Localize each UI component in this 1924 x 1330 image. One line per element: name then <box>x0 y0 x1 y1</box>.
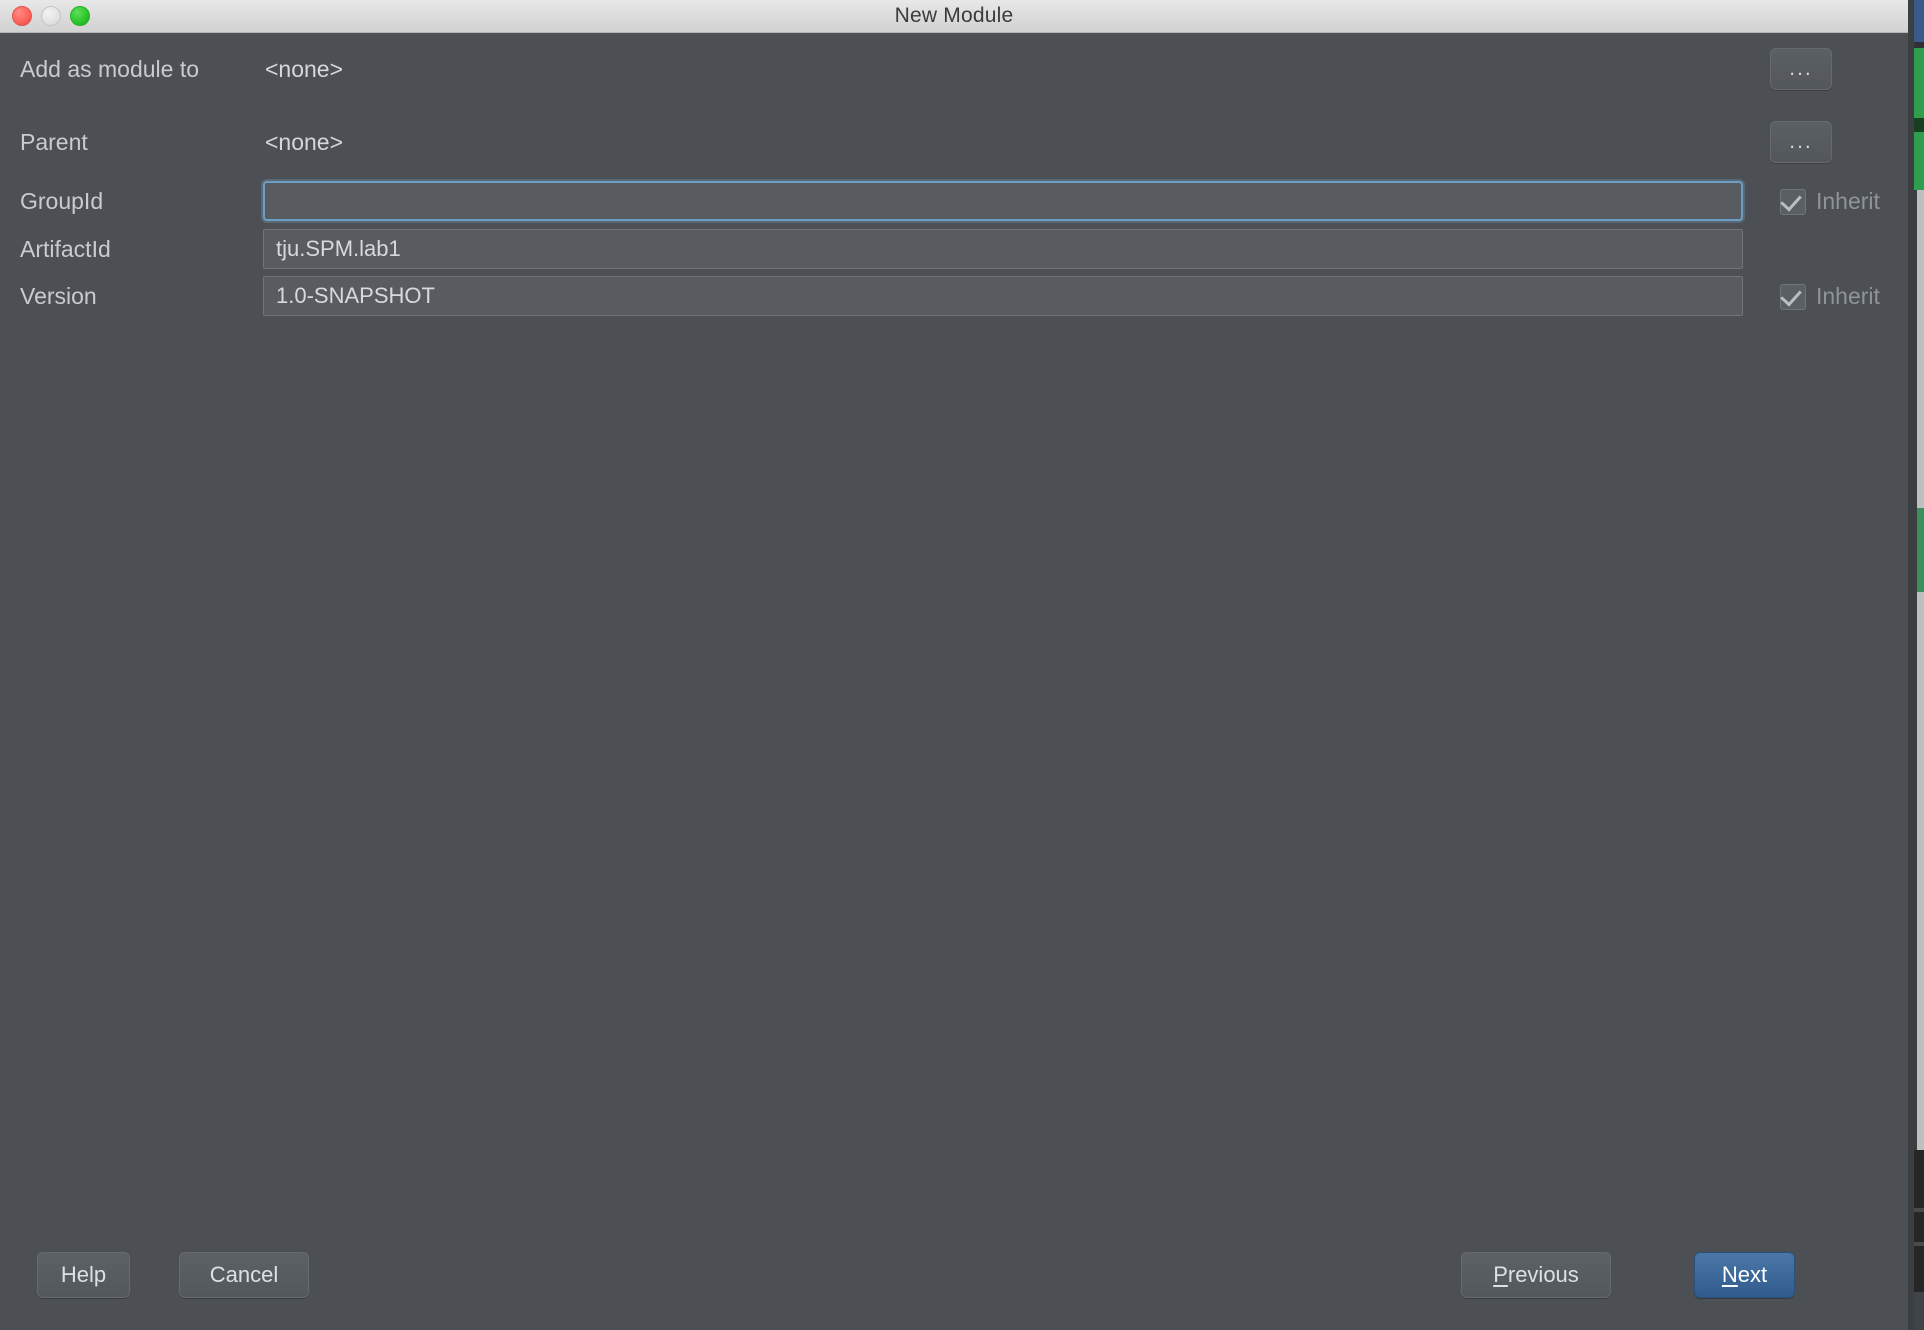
value-parent: <none> <box>265 129 344 155</box>
checkmark-icon <box>1780 283 1802 307</box>
title-bar[interactable]: New Module <box>0 0 1908 33</box>
background-scrollbar-track[interactable] <box>1917 190 1924 1150</box>
inherit-groupid-control[interactable]: Inherit <box>1780 188 1880 215</box>
next-button[interactable]: Next <box>1694 1252 1795 1298</box>
previous-label-rest: revious <box>1507 1262 1579 1287</box>
help-button[interactable]: Help <box>37 1252 130 1298</box>
previous-mnemonic: P <box>1493 1262 1508 1287</box>
cancel-button[interactable]: Cancel <box>179 1252 309 1298</box>
inherit-version-control[interactable]: Inherit <box>1780 283 1880 310</box>
label-version: Version <box>20 283 97 309</box>
inherit-version-checkbox[interactable] <box>1780 283 1806 310</box>
browse-add-as-module-to-button[interactable]: ... <box>1770 48 1832 90</box>
background-segment-line-3 <box>1914 1292 1924 1330</box>
row-groupid: GroupId Inherit <box>0 177 1908 225</box>
value-add-as-module-to: <none> <box>265 56 344 82</box>
previous-button[interactable]: Previous <box>1461 1252 1611 1298</box>
row-add-as-module-to: Add as module to <none> ... <box>0 45 1908 93</box>
version-input[interactable] <box>263 276 1743 316</box>
label-groupid: GroupId <box>20 188 104 214</box>
artifactid-input[interactable] <box>263 229 1743 269</box>
label-parent: Parent <box>20 129 88 155</box>
inherit-version-label: Inherit <box>1816 283 1880 309</box>
row-parent: Parent <none> ... <box>0 118 1908 166</box>
window-title: New Module <box>894 4 1014 27</box>
browse-parent-button[interactable]: ... <box>1770 121 1832 163</box>
row-version: Version Inherit <box>0 272 1908 320</box>
groupid-input[interactable] <box>263 181 1743 221</box>
dialog-content: Add as module to <none> ... Parent <none… <box>0 33 1908 1330</box>
label-artifactid: ArtifactId <box>20 236 111 262</box>
background-segment-blue <box>1914 0 1924 42</box>
background-segment-line-2 <box>1914 1242 1924 1246</box>
next-mnemonic: N <box>1721 1262 1738 1287</box>
new-module-dialog: New Module Add as module to <none> ... P… <box>0 0 1924 1330</box>
next-label-rest: ext <box>1737 1262 1768 1287</box>
dialog-button-bar: Help Cancel Previous Next <box>0 1240 1908 1330</box>
inherit-groupid-checkbox[interactable] <box>1780 188 1806 215</box>
background-segment-line-1 <box>1914 1208 1924 1212</box>
background-segment-dark-green <box>1914 118 1924 132</box>
background-scrollbar-thumb[interactable] <box>1917 508 1924 592</box>
row-artifactid: ArtifactId <box>0 225 1908 273</box>
label-add-as-module-to: Add as module to <box>20 56 200 82</box>
inherit-groupid-label: Inherit <box>1816 188 1880 214</box>
checkmark-icon <box>1780 188 1802 212</box>
